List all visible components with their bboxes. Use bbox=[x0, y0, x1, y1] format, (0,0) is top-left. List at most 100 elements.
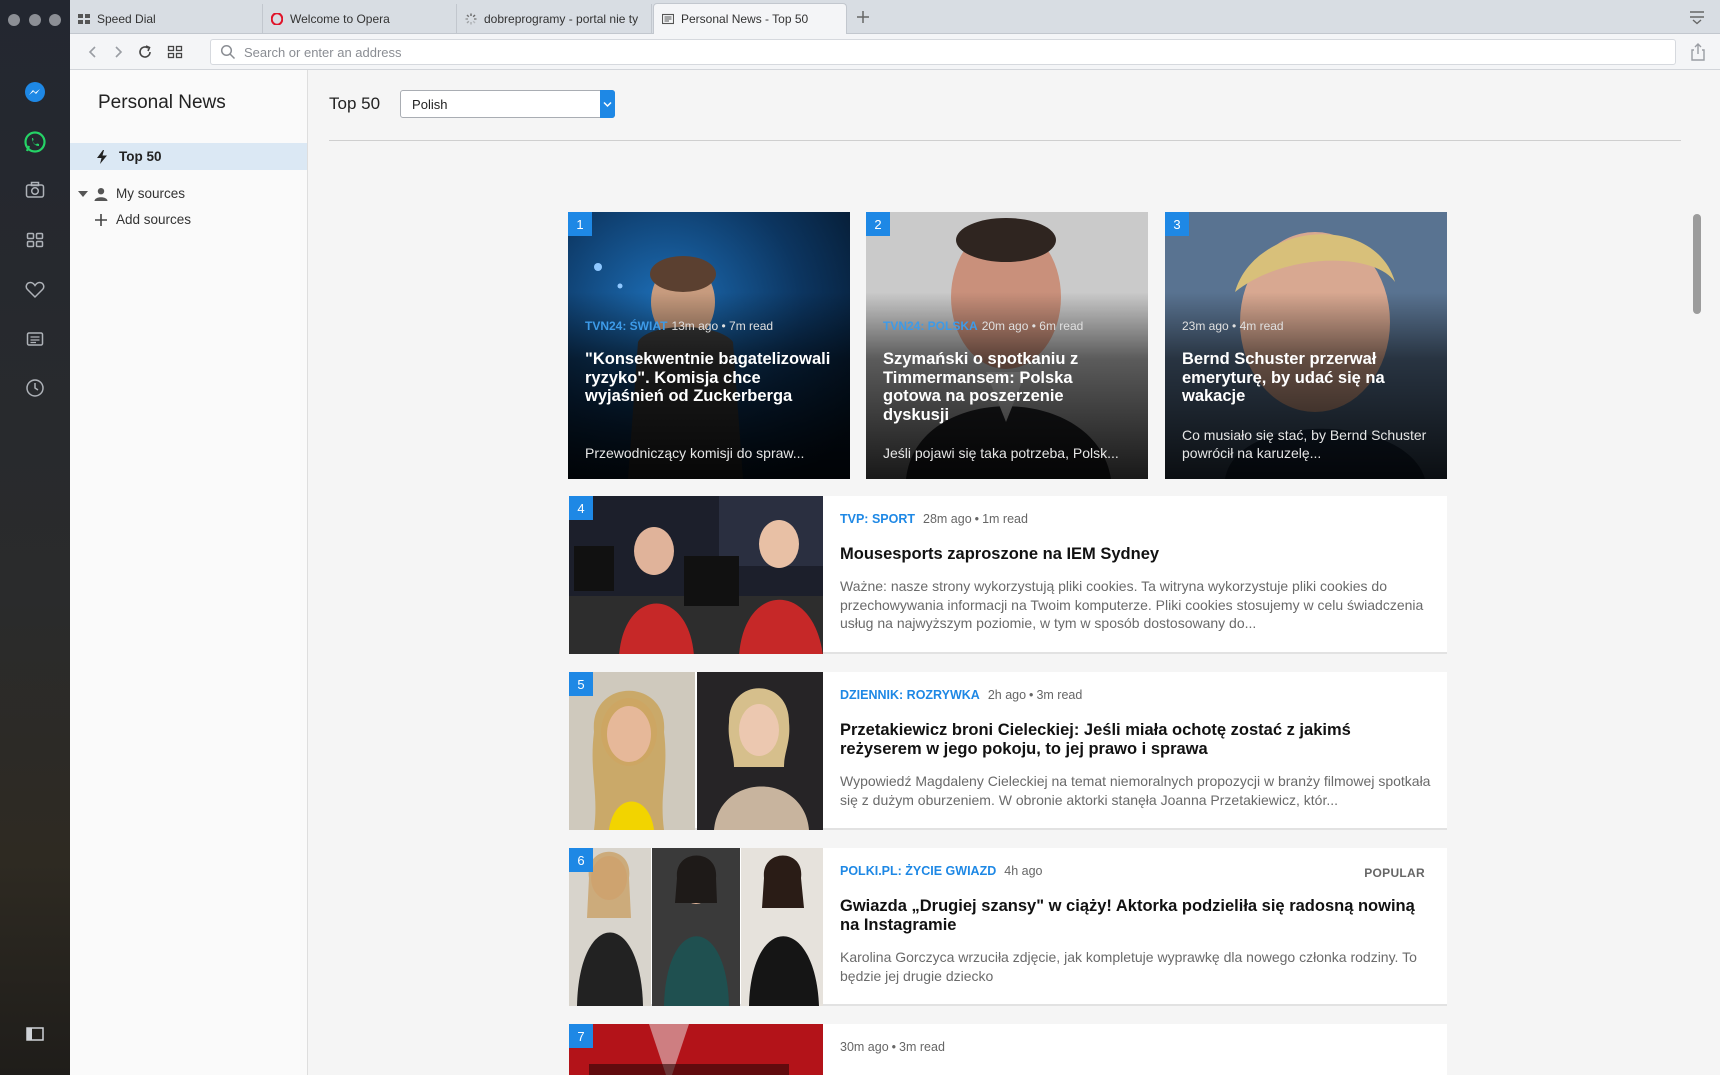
article-source[interactable]: TVN24: POLSKA bbox=[883, 319, 978, 333]
chevron-left-icon bbox=[88, 46, 96, 58]
article-body: DZIENNIK: ROZRYWKA 2h ago • 3m read Przetak… bbox=[840, 688, 1432, 809]
tab-personal-news[interactable]: Personal News - Top 50 bbox=[653, 3, 847, 34]
article-meta: POLKI.PL: ŻYCIE GWIAZD 4h ago bbox=[840, 864, 1432, 882]
zoom-window-button[interactable] bbox=[49, 14, 61, 26]
back-button[interactable] bbox=[82, 41, 104, 63]
article-meta: 23m ago • 4m read bbox=[1182, 319, 1284, 333]
header-divider bbox=[329, 140, 1681, 141]
share-icon[interactable] bbox=[1688, 42, 1708, 62]
chevron-right-icon bbox=[115, 46, 123, 58]
tab-label: Speed Dial bbox=[97, 12, 156, 26]
news-main: Top 50 Polish 1 TVN24: ŚWIAT 13m ago • 7m… bbox=[309, 70, 1703, 1075]
tab-dobreprogramy[interactable]: dobreprogramy - portal nie ty bbox=[457, 4, 652, 34]
article-time: 23m ago bbox=[1182, 319, 1229, 333]
panel-title: Personal News bbox=[98, 92, 226, 113]
article-lead: Ważne: nasze strony wykorzystują pliki c… bbox=[840, 578, 1424, 631]
new-tab-button[interactable] bbox=[852, 6, 874, 28]
tab-menu-icon[interactable] bbox=[1688, 8, 1706, 26]
lightning-icon bbox=[97, 149, 107, 164]
plus-icon bbox=[95, 213, 107, 226]
article-thumbnail: 5 bbox=[569, 672, 823, 830]
article-read-time: 6m read bbox=[1039, 319, 1084, 333]
history-icon[interactable] bbox=[21, 374, 49, 402]
article-source[interactable]: DZIENNIK: ROZRYWKA bbox=[840, 688, 980, 702]
news-icon[interactable] bbox=[21, 325, 49, 353]
opera-icon bbox=[271, 13, 283, 25]
tab-speed-dial[interactable]: Speed Dial bbox=[70, 4, 263, 34]
reload-icon bbox=[139, 45, 151, 58]
add-sources-button[interactable]: Add sources bbox=[94, 212, 191, 227]
tab-bar: Speed Dial Welcome to Opera dobreprogram… bbox=[70, 0, 1720, 34]
list-item[interactable]: 5 DZIENNIK: ROZRYWKA 2h ago • 3m read Przet… bbox=[569, 672, 1447, 830]
forward-button[interactable] bbox=[107, 41, 129, 63]
tab-label: Welcome to Opera bbox=[290, 12, 390, 26]
article-time: 13m ago bbox=[671, 319, 719, 333]
rank-badge: 2 bbox=[866, 212, 890, 236]
list-item[interactable]: 7 30m ago • 3m read bbox=[569, 1024, 1447, 1075]
featured-card-1[interactable]: 1 TVN24: ŚWIAT 13m ago • 7m read "Konsekw… bbox=[568, 212, 850, 479]
triangle-down-icon[interactable] bbox=[78, 189, 88, 199]
news-icon bbox=[662, 13, 674, 25]
main-header: Top 50 Polish bbox=[329, 90, 616, 118]
article-headline[interactable]: "Konsekwentnie bagatelizowali ryzyko". K… bbox=[585, 350, 835, 406]
article-thumbnail: 7 bbox=[569, 1024, 823, 1075]
rank-badge: 7 bbox=[569, 1024, 593, 1048]
tab-welcome-opera[interactable]: Welcome to Opera bbox=[263, 4, 457, 34]
loading-icon bbox=[465, 13, 477, 25]
tab-label: Personal News - Top 50 bbox=[681, 12, 809, 26]
article-time: 30m ago bbox=[840, 1040, 889, 1054]
article-time: 4h ago bbox=[1004, 864, 1043, 878]
article-lead: Przewodniczący komisji do spraw... bbox=[585, 445, 805, 461]
minimize-window-button[interactable] bbox=[29, 14, 41, 26]
close-window-button[interactable] bbox=[8, 14, 20, 26]
featured-card-2[interactable]: 2 TVN24: POLSKA 20m ago • 6m read Szymańs… bbox=[866, 212, 1148, 479]
address-bar[interactable] bbox=[210, 39, 1676, 65]
language-select-value: Polish bbox=[412, 96, 448, 112]
article-time: 2h ago bbox=[987, 688, 1027, 702]
article-source[interactable]: TVN24: ŚWIAT bbox=[585, 319, 667, 333]
scrollbar-thumb[interactable] bbox=[1693, 214, 1701, 314]
article-read-time: 4m read bbox=[1239, 319, 1284, 333]
article-read-time: 3m read bbox=[899, 1040, 945, 1054]
language-select[interactable]: Polish bbox=[400, 90, 616, 118]
article-thumbnail: 6 bbox=[569, 848, 823, 1006]
scrollbar[interactable] bbox=[1693, 140, 1701, 1060]
article-read-time: 7m read bbox=[729, 319, 774, 333]
article-headline[interactable]: Mousesports zaproszone na IEM Sydney bbox=[840, 545, 1432, 564]
heart-icon[interactable] bbox=[21, 276, 49, 304]
article-headline[interactable]: Przetakiewicz broni Cieleckiej: Jeśli mi… bbox=[840, 721, 1432, 759]
speed-dial-icon bbox=[78, 14, 90, 24]
article-source[interactable]: TVP: SPORT bbox=[840, 512, 915, 526]
article-read-time: 1m read bbox=[982, 512, 1028, 526]
rank-badge: 4 bbox=[569, 496, 593, 520]
featured-card-3[interactable]: 3 23m ago • 4m read Bernd Schuster przer… bbox=[1165, 212, 1447, 479]
messenger-icon[interactable] bbox=[21, 78, 49, 106]
article-headline[interactable]: Gwiazda „Drugiej szansy" w ciąży! Aktork… bbox=[840, 897, 1432, 935]
article-read-time: 3m read bbox=[1036, 688, 1083, 702]
article-meta: TVN24: ŚWIAT 13m ago • 7m read bbox=[585, 319, 774, 333]
nav-item-my-sources[interactable]: My sources bbox=[78, 186, 185, 201]
tab-overview-button[interactable] bbox=[164, 41, 186, 63]
article-lead: Jeśli pojawi się taka potrzeba, Polsk... bbox=[883, 445, 1119, 461]
nav-item-label: Top 50 bbox=[119, 149, 162, 164]
article-body: TVP: SPORT 28m ago • 1m read Mousesports za… bbox=[840, 512, 1432, 633]
article-body: 30m ago • 3m read bbox=[840, 1040, 1432, 1058]
reload-button[interactable] bbox=[134, 41, 156, 63]
whatsapp-icon[interactable] bbox=[21, 128, 49, 156]
plus-icon bbox=[857, 11, 869, 23]
article-headline[interactable]: Szymański o spotkaniu z Timmermansem: Po… bbox=[883, 350, 1133, 424]
speed-dial-icon[interactable] bbox=[21, 226, 49, 254]
article-source[interactable]: POLKI.PL: ŻYCIE GWIAZD bbox=[840, 864, 996, 878]
sidebar-toggle-icon[interactable] bbox=[21, 1020, 49, 1048]
user-icon bbox=[94, 187, 108, 201]
article-headline[interactable]: Bernd Schuster przerwał emeryturę, by ud… bbox=[1182, 350, 1432, 406]
camera-icon[interactable] bbox=[21, 176, 49, 204]
address-input[interactable] bbox=[244, 44, 1644, 60]
nav-item-top50[interactable]: Top 50 bbox=[70, 143, 307, 170]
opera-sidebar bbox=[0, 0, 70, 1075]
chevron-down-icon[interactable] bbox=[600, 90, 616, 118]
news-navigation-panel: Personal News Top 50 My sources Add sour… bbox=[70, 70, 308, 1075]
popular-badge: POPULAR bbox=[1364, 866, 1425, 880]
list-item[interactable]: 4 TVP: SPORT 28m ago • 1m read Mousesports … bbox=[569, 496, 1447, 654]
list-item[interactable]: 6 POLKI.PL: ŻYCIE GWIAZD 4h ago Gwiazda „… bbox=[569, 848, 1447, 1006]
